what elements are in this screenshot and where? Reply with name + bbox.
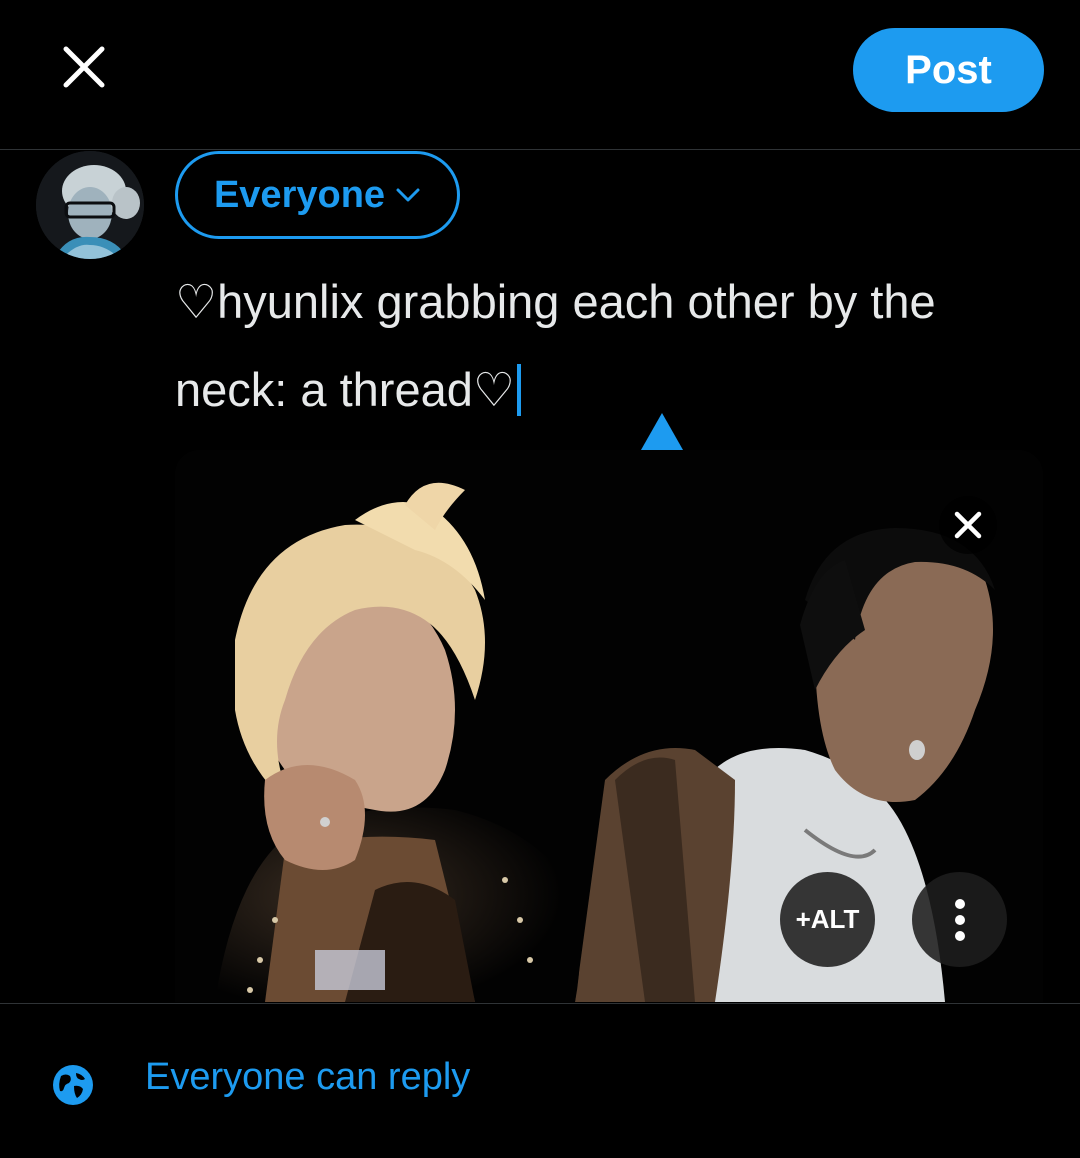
top-bar: Post (0, 0, 1080, 150)
media-more-options-button[interactable] (912, 872, 1007, 967)
add-alt-text-button[interactable]: +ALT (780, 872, 875, 967)
more-vertical-icon (954, 898, 965, 941)
reply-settings-label: Everyone can reply (145, 1056, 471, 1098)
close-button[interactable] (52, 35, 116, 99)
chevron-down-icon (396, 188, 420, 202)
globe-icon (53, 1065, 93, 1105)
avatar[interactable] (36, 151, 144, 259)
text-caret (517, 364, 521, 416)
close-icon (63, 46, 105, 88)
audience-label: Everyone (213, 173, 386, 216)
avatar-image (36, 151, 144, 259)
reply-settings-button[interactable]: Everyone can reply (0, 1004, 1080, 1158)
compose-text: ♡hyunlix grabbing each other by the neck… (175, 275, 936, 416)
remove-media-button[interactable] (939, 496, 997, 554)
compose-text-area[interactable]: ♡hyunlix grabbing each other by the neck… (175, 258, 1005, 434)
audience-selector-button[interactable]: Everyone (175, 151, 460, 239)
post-button[interactable]: Post (853, 28, 1044, 112)
header-divider (0, 149, 1080, 150)
close-icon (954, 511, 982, 539)
